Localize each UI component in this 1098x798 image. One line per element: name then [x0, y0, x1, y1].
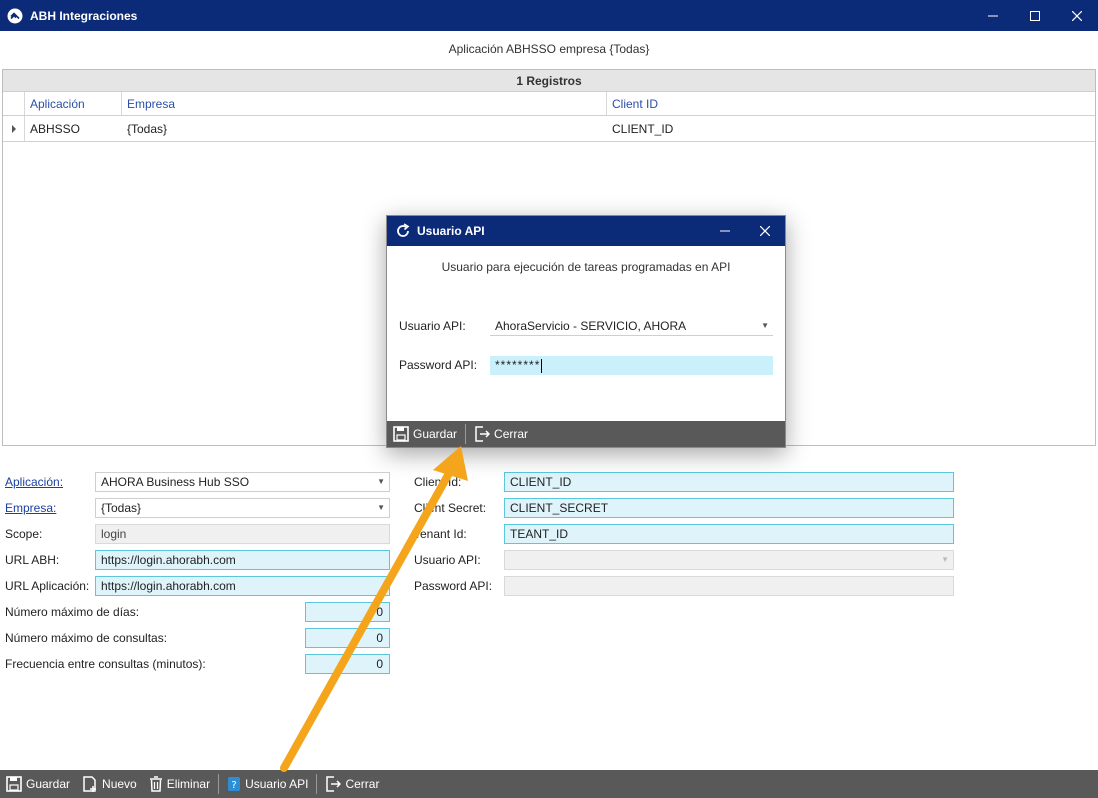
- dialog-password-label: Password API:: [399, 358, 478, 372]
- maximize-icon: [1030, 10, 1040, 21]
- close-button[interactable]: [1056, 0, 1098, 31]
- url-abh-label: URL ABH:: [5, 553, 60, 567]
- dialog-titlebar: Usuario API: [387, 216, 785, 246]
- cerrar-button[interactable]: Cerrar: [319, 770, 385, 798]
- grid-indicator-header: [3, 92, 25, 115]
- dialog-title: Usuario API: [417, 224, 485, 238]
- max-consultas-label: Número máximo de consultas:: [5, 631, 168, 645]
- dialog-cerrar-button[interactable]: Cerrar: [468, 420, 534, 448]
- guardar-label: Guardar: [26, 777, 71, 791]
- minimize-icon: [988, 15, 998, 16]
- close-icon: [760, 226, 770, 236]
- max-dias-label: Número máximo de días:: [5, 605, 140, 619]
- empresa-select[interactable]: {Todas} ▼: [95, 498, 390, 518]
- url-abh-field[interactable]: https://login.ahorabh.com: [95, 550, 390, 570]
- text-cursor: [541, 358, 543, 373]
- client-id-field[interactable]: CLIENT_ID: [504, 472, 954, 492]
- row-indicator-icon: [3, 116, 25, 141]
- empresa-value: {Todas}: [101, 501, 142, 515]
- exit-icon: [475, 426, 491, 442]
- toolbar-divider: [218, 774, 220, 794]
- dialog-guardar-button[interactable]: Guardar: [387, 420, 463, 448]
- toolbar-divider: [316, 774, 318, 794]
- minimize-icon: [720, 230, 730, 232]
- cell-aplicacion: ABHSSO: [30, 122, 81, 136]
- password-api-label: Password API:: [414, 579, 493, 593]
- grid-column-headers: Aplicación Empresa Client ID: [3, 92, 1095, 116]
- save-icon: [6, 776, 22, 792]
- usuario-api-label: Usuario API:: [414, 553, 481, 567]
- column-empresa[interactable]: Empresa: [122, 92, 607, 115]
- nuevo-button[interactable]: Nuevo: [76, 770, 143, 798]
- trash-icon: [149, 776, 162, 792]
- refresh-icon: [397, 223, 410, 237]
- url-aplicacion-field[interactable]: https://login.ahorabh.com: [95, 576, 390, 596]
- usuario-api-select[interactable]: ▼: [504, 550, 954, 570]
- frecuencia-label: Frecuencia entre consultas (minutos):: [5, 657, 206, 671]
- scope-label: Scope:: [5, 527, 43, 541]
- dialog-password-field[interactable]: ********: [490, 356, 773, 375]
- svg-text:?: ?: [231, 780, 236, 791]
- dialog-subtitle: Usuario para ejecución de tareas program…: [441, 260, 731, 274]
- column-client-id[interactable]: Client ID: [607, 92, 1095, 115]
- chevron-down-icon: ▼: [761, 321, 769, 330]
- dialog-close-button[interactable]: [745, 216, 785, 246]
- client-id-label: Client Id:: [414, 475, 462, 489]
- guardar-button[interactable]: Guardar: [0, 770, 76, 798]
- aplicacion-label[interactable]: Aplicación:: [5, 472, 63, 492]
- save-icon: [393, 426, 409, 442]
- toolbar-divider: [465, 424, 467, 444]
- frecuencia-field[interactable]: 0: [305, 654, 390, 674]
- window-titlebar: ABH Integraciones: [0, 0, 1098, 31]
- scope-field[interactable]: login: [95, 524, 390, 544]
- chevron-down-icon: ▼: [941, 555, 949, 564]
- exit-icon: [326, 776, 342, 792]
- usuario-api-button[interactable]: ? Usuario API: [221, 770, 314, 798]
- dialog-usuario-value: AhoraServicio - SERVICIO, AHORA: [495, 319, 687, 333]
- new-document-icon: [83, 776, 97, 792]
- dialog-toolbar: Guardar Cerrar: [387, 421, 785, 447]
- main-toolbar: Guardar Nuevo Eliminar ? Usuario API Cer…: [0, 770, 1098, 798]
- url-aplicacion-label: URL Aplicación:: [5, 579, 90, 593]
- grid-record-count: 1 Registros: [3, 70, 1095, 92]
- empresa-label[interactable]: Empresa:: [5, 498, 56, 518]
- close-icon: [1072, 10, 1082, 21]
- usuario-api-label-btn: Usuario API: [245, 777, 309, 791]
- maximize-button[interactable]: [1014, 0, 1056, 31]
- aplicacion-select[interactable]: AHORA Business Hub SSO ▼: [95, 472, 390, 492]
- password-api-field[interactable]: [504, 576, 954, 596]
- max-consultas-field[interactable]: 0: [305, 628, 390, 648]
- eliminar-label: Eliminar: [166, 777, 211, 791]
- max-dias-field[interactable]: 0: [305, 602, 390, 622]
- minimize-button[interactable]: [972, 0, 1014, 31]
- usuario-api-dialog: Usuario API Usuario para ejecución de ta…: [386, 215, 786, 448]
- tenant-id-field[interactable]: TEANT_ID: [504, 524, 954, 544]
- page-subtitle: Aplicación ABHSSO empresa {Todas}: [448, 42, 650, 56]
- nuevo-label: Nuevo: [102, 777, 137, 791]
- dialog-guardar-label: Guardar: [413, 427, 458, 441]
- aplicacion-value: AHORA Business Hub SSO: [101, 475, 250, 489]
- user-api-icon: ?: [228, 777, 241, 791]
- client-secret-field[interactable]: CLIENT_SECRET: [504, 498, 954, 518]
- column-aplicacion[interactable]: Aplicación: [25, 92, 122, 115]
- table-row[interactable]: ABHSSO {Todas} CLIENT_ID: [3, 116, 1095, 142]
- dialog-minimize-button[interactable]: [705, 216, 745, 246]
- cell-client-id: CLIENT_ID: [612, 122, 674, 136]
- client-secret-label: Client Secret:: [414, 501, 487, 515]
- tenant-id-label: Tenant Id:: [414, 527, 467, 541]
- dialog-cerrar-label: Cerrar: [494, 427, 529, 441]
- eliminar-button[interactable]: Eliminar: [143, 770, 216, 798]
- dialog-usuario-label: Usuario API:: [399, 319, 466, 333]
- chevron-down-icon: ▼: [377, 503, 385, 512]
- cell-empresa: {Todas}: [127, 122, 168, 136]
- cerrar-label: Cerrar: [345, 777, 380, 791]
- dialog-usuario-select[interactable]: AhoraServicio - SERVICIO, AHORA ▼: [490, 316, 773, 336]
- window-title: ABH Integraciones: [30, 8, 138, 23]
- dialog-password-value: ********: [495, 358, 541, 372]
- chevron-down-icon: ▼: [377, 477, 385, 486]
- app-logo-icon: [7, 8, 23, 24]
